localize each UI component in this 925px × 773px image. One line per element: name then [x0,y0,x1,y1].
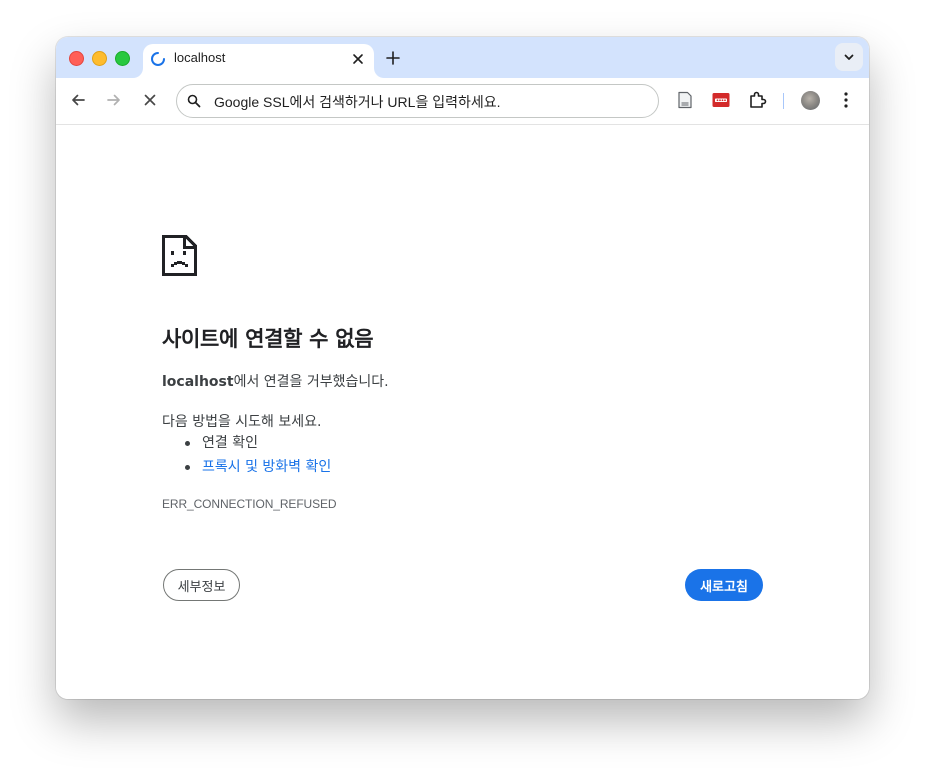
puzzle-extensions-icon[interactable] [747,90,767,110]
tab-localhost[interactable]: localhost [143,44,374,78]
error-host: localhost [162,374,234,390]
reload-button[interactable]: 새로고침 [685,569,763,601]
browser-window: localhost Google SSL에서 검색하거나 URL을 입력하세요.… [56,37,869,699]
suggestion-check-connection: 연결 확인 [162,431,331,455]
password-manager-extension-icon[interactable] [711,90,731,110]
close-window-button[interactable] [69,51,84,66]
error-code: ERR_CONNECTION_REFUSED [162,497,337,511]
error-page: 사이트에 연결할 수 없음 localhost에서 연결을 거부했습니다. 다음… [56,125,869,699]
more-vert-icon[interactable] [842,91,850,109]
loading-spinner-icon [151,52,165,66]
forward-arrow-icon[interactable] [105,91,123,109]
address-bar-placeholder: Google SSL에서 검색하거나 URL을 입력하세요. [214,94,501,110]
zoom-window-button[interactable] [115,51,130,66]
details-button[interactable]: 세부정보 [163,569,240,601]
error-summary-text: 에서 연결을 거부했습니다. [233,374,389,390]
toolbar: Google SSL에서 검색하거나 URL을 입력하세요. [56,78,869,125]
back-arrow-icon[interactable] [69,91,87,109]
search-icon [187,94,201,108]
suggestions-heading: 다음 방법을 시도해 보세요. [162,414,322,430]
avatar[interactable] [801,91,820,110]
suggestions-list: 연결 확인 프록시 및 방화벽 확인 [162,431,331,479]
stop-x-icon[interactable] [141,91,159,109]
tab-title: localhost [174,50,226,65]
toolbar-divider [783,93,784,109]
chevron-down-icon [844,54,854,60]
error-summary: localhost에서 연결을 거부했습니다. [162,371,389,391]
suggestion-check-proxy-firewall-link[interactable]: 프록시 및 방화벽 확인 [162,455,331,479]
sad-page-icon [162,235,197,276]
page-icon[interactable] [675,90,695,110]
plus-icon[interactable] [385,50,401,66]
page-title: 사이트에 연결할 수 없음 [162,327,374,351]
address-bar[interactable]: Google SSL에서 검색하거나 URL을 입력하세요. [176,84,659,118]
tab-strip: localhost [56,37,869,78]
close-icon[interactable] [351,52,365,66]
minimize-window-button[interactable] [92,51,107,66]
tab-search-button[interactable] [835,43,863,71]
